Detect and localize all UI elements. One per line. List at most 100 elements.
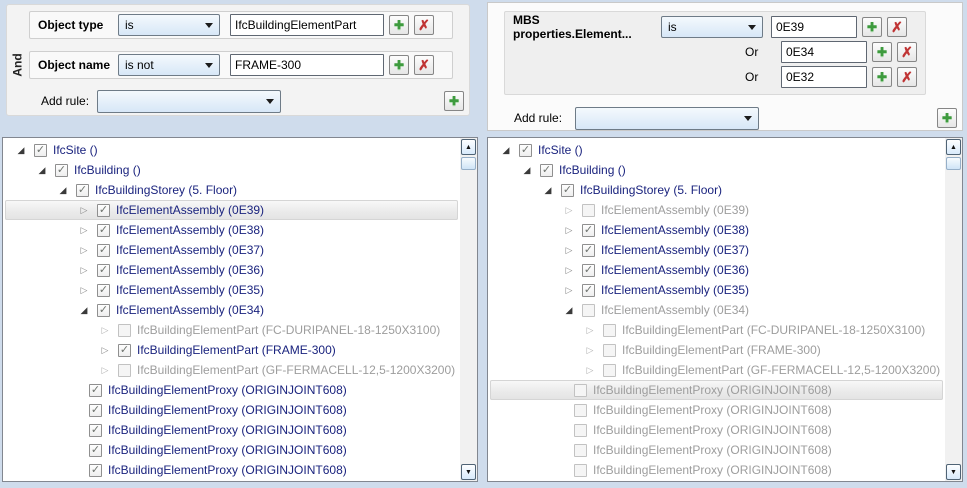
tree-item[interactable]: IfcBuildingElementProxy (ORIGINJOINT608) bbox=[490, 460, 943, 480]
node-checkbox-checked[interactable]: ✓ bbox=[519, 143, 532, 157]
rule-value-input[interactable] bbox=[230, 54, 384, 76]
tree-item[interactable]: ✓ IfcBuildingElementProxy (ORIGINJOINT608… bbox=[5, 420, 458, 440]
scrollbar-thumb[interactable] bbox=[461, 157, 476, 170]
tree-item[interactable]: ▷ ✓ IfcElementAssembly (0E36) bbox=[490, 260, 943, 280]
node-checkbox-unchecked[interactable] bbox=[582, 203, 595, 217]
node-checkbox-checked[interactable]: ✓ bbox=[89, 383, 102, 397]
rule-value-input[interactable] bbox=[771, 15, 857, 38]
tree-item[interactable]: ▷ ✓ IfcElementAssembly (0E38) bbox=[490, 220, 943, 240]
tree-item[interactable]: ◢ ✓ IfcBuilding () bbox=[5, 160, 458, 180]
expand-arrow-icon[interactable]: ▷ bbox=[564, 240, 574, 260]
collapse-arrow-icon[interactable]: ◢ bbox=[522, 160, 532, 180]
tree-item[interactable]: ◢ ✓ IfcSite () bbox=[490, 140, 943, 160]
scroll-up-button[interactable]: ▲ bbox=[461, 139, 476, 155]
add-rule-select[interactable] bbox=[575, 106, 759, 130]
node-checkbox-checked[interactable]: ✓ bbox=[89, 443, 102, 457]
expand-arrow-icon[interactable]: ▷ bbox=[564, 280, 574, 300]
tree-item[interactable]: ✓ IfcBuildingElementProxy (ORIGINJOINT608… bbox=[5, 460, 458, 480]
tree-item[interactable]: ✓ IfcBuildingElementProxy (ORIGINJOINT608… bbox=[5, 380, 458, 400]
node-checkbox-checked[interactable]: ✓ bbox=[540, 163, 553, 177]
add-value-button[interactable]: ✚ bbox=[872, 41, 892, 62]
expand-arrow-icon[interactable]: ▷ bbox=[100, 340, 110, 360]
tree-item[interactable]: ◢ ✓ IfcBuildingStorey (5. Floor) bbox=[5, 180, 458, 200]
collapse-arrow-icon[interactable]: ◢ bbox=[16, 140, 26, 160]
add-rule-button[interactable]: ✚ bbox=[937, 108, 957, 128]
expand-arrow-icon[interactable]: ▷ bbox=[585, 360, 595, 380]
tree-item[interactable]: ✓ IfcBuildingElementProxy (ORIGINJOINT608… bbox=[5, 440, 458, 460]
tree-item[interactable]: ▷ IfcBuildingElementPart (FC-DURIPANEL-18… bbox=[5, 320, 458, 340]
node-checkbox-unchecked[interactable] bbox=[603, 323, 616, 337]
node-checkbox-checked[interactable]: ✓ bbox=[76, 183, 89, 197]
expand-arrow-icon[interactable]: ▷ bbox=[79, 260, 89, 280]
node-checkbox-unchecked[interactable] bbox=[118, 323, 131, 337]
tree-item[interactable]: ▷ ✓ IfcElementAssembly (0E38) bbox=[5, 220, 458, 240]
collapse-arrow-icon[interactable]: ◢ bbox=[543, 180, 553, 200]
collapse-arrow-icon[interactable]: ◢ bbox=[37, 160, 47, 180]
node-checkbox-checked[interactable]: ✓ bbox=[97, 203, 110, 217]
node-checkbox-checked[interactable]: ✓ bbox=[89, 423, 102, 437]
collapse-arrow-icon[interactable]: ◢ bbox=[79, 300, 89, 320]
node-checkbox-unchecked[interactable] bbox=[118, 363, 131, 377]
node-checkbox-checked[interactable]: ✓ bbox=[97, 303, 110, 317]
tree-item[interactable]: ◢ ✓ IfcSite () bbox=[5, 140, 458, 160]
tree-item[interactable]: ◢ ✓ IfcBuildingStorey (5. Floor) bbox=[490, 180, 943, 200]
tree-item[interactable]: ▷ IfcBuildingElementPart (FC-DURIPANEL-18… bbox=[490, 320, 943, 340]
tree-item[interactable]: ▷ IfcBuildingElementPart (GF-FERMACELL-12… bbox=[5, 360, 458, 380]
collapse-arrow-icon[interactable]: ◢ bbox=[58, 180, 68, 200]
scroll-down-button[interactable]: ▼ bbox=[946, 464, 961, 480]
tree-item[interactable]: ▷ IfcElementAssembly (0E39) bbox=[490, 200, 943, 220]
expand-arrow-icon[interactable]: ▷ bbox=[79, 220, 89, 240]
expand-arrow-icon[interactable]: ▷ bbox=[79, 200, 89, 220]
remove-rule-button[interactable]: ✗ bbox=[414, 15, 434, 35]
node-checkbox-checked[interactable]: ✓ bbox=[97, 263, 110, 277]
node-checkbox-unchecked[interactable] bbox=[574, 443, 587, 457]
tree-item[interactable]: IfcBuildingElementProxy (ORIGINJOINT608) bbox=[490, 400, 943, 420]
node-checkbox-checked[interactable]: ✓ bbox=[97, 243, 110, 257]
collapse-arrow-icon[interactable]: ◢ bbox=[501, 140, 511, 160]
tree-item[interactable]: ▷ ✓ IfcElementAssembly (0E39) bbox=[5, 200, 458, 220]
node-checkbox-checked[interactable]: ✓ bbox=[55, 163, 68, 177]
rule-value-input[interactable] bbox=[781, 40, 867, 63]
tree-item[interactable]: ▷ ✓ IfcElementAssembly (0E37) bbox=[5, 240, 458, 260]
tree-item[interactable]: ▷ ✓ IfcBuildingElementPart (FRAME-300) bbox=[5, 340, 458, 360]
rule-operator-select[interactable]: is not bbox=[118, 54, 220, 76]
tree-item[interactable]: ▷ ✓ IfcElementAssembly (0E36) bbox=[5, 260, 458, 280]
tree-item[interactable]: IfcBuildingElementProxy (ORIGINJOINT608) bbox=[490, 440, 943, 460]
tree-item[interactable]: ▷ ✓ IfcElementAssembly (0E35) bbox=[490, 280, 943, 300]
node-checkbox-checked[interactable]: ✓ bbox=[582, 263, 595, 277]
node-checkbox-unchecked[interactable] bbox=[603, 343, 616, 357]
node-checkbox-unchecked[interactable] bbox=[582, 303, 595, 317]
remove-value-button[interactable]: ✗ bbox=[897, 41, 917, 62]
node-checkbox-checked[interactable]: ✓ bbox=[561, 183, 574, 197]
rule-value-input[interactable] bbox=[230, 14, 384, 36]
expand-arrow-icon[interactable]: ▷ bbox=[564, 220, 574, 240]
tree-item[interactable]: IfcBuildingElementProxy (ORIGINJOINT608) bbox=[490, 420, 943, 440]
scroll-down-button[interactable]: ▼ bbox=[461, 464, 476, 480]
node-checkbox-unchecked[interactable] bbox=[574, 463, 587, 477]
add-value-button[interactable]: ✚ bbox=[389, 55, 409, 75]
tree-item[interactable]: ▷ IfcBuildingElementPart (FRAME-300) bbox=[490, 340, 943, 360]
scrollbar[interactable]: ▲ ▼ bbox=[945, 138, 962, 481]
expand-arrow-icon[interactable]: ▷ bbox=[585, 320, 595, 340]
tree-item[interactable]: ▷ ✓ IfcElementAssembly (0E35) bbox=[5, 280, 458, 300]
node-checkbox-unchecked[interactable] bbox=[574, 423, 587, 437]
node-checkbox-checked[interactable]: ✓ bbox=[89, 403, 102, 417]
rule-value-input[interactable] bbox=[781, 65, 867, 88]
add-rule-select[interactable] bbox=[97, 89, 281, 113]
add-rule-button[interactable]: ✚ bbox=[444, 91, 464, 111]
scrollbar[interactable]: ▲ ▼ bbox=[460, 138, 477, 481]
collapse-arrow-icon[interactable]: ◢ bbox=[564, 300, 574, 320]
node-checkbox-checked[interactable]: ✓ bbox=[582, 223, 595, 237]
tree-item[interactable]: ◢ ✓ IfcElementAssembly (0E34) bbox=[5, 300, 458, 320]
node-checkbox-unchecked[interactable] bbox=[603, 363, 616, 377]
expand-arrow-icon[interactable]: ▷ bbox=[100, 320, 110, 340]
expand-arrow-icon[interactable]: ▷ bbox=[564, 200, 574, 220]
node-checkbox-checked[interactable]: ✓ bbox=[97, 283, 110, 297]
expand-arrow-icon[interactable]: ▷ bbox=[100, 360, 110, 380]
node-checkbox-checked[interactable]: ✓ bbox=[89, 463, 102, 477]
expand-arrow-icon[interactable]: ▷ bbox=[79, 280, 89, 300]
tree-item[interactable]: ✓ IfcBuildingElementProxy (ORIGINJOINT608… bbox=[5, 400, 458, 420]
scrollbar-thumb[interactable] bbox=[946, 157, 961, 170]
tree-item[interactable]: ◢ ✓ IfcBuilding () bbox=[490, 160, 943, 180]
node-checkbox-unchecked[interactable] bbox=[574, 403, 587, 417]
